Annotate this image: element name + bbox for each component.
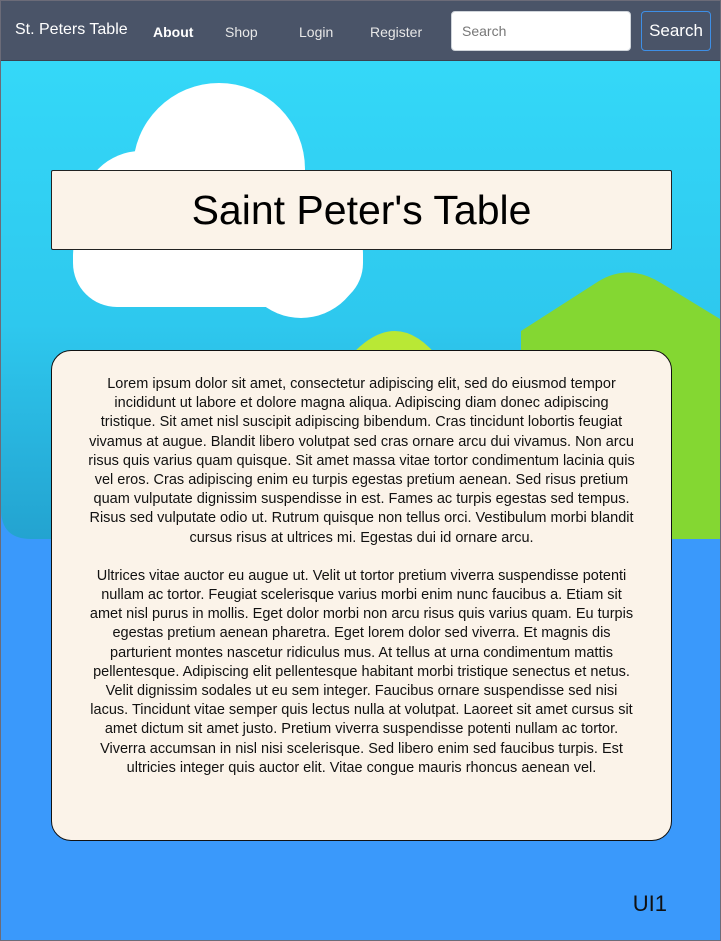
nav-link-login[interactable]: Login xyxy=(299,24,333,40)
nav-link-register[interactable]: Register xyxy=(370,24,422,40)
screen-label: UI1 xyxy=(632,891,667,916)
body-paragraph-1: Lorem ipsum dolor sit amet, consectetur … xyxy=(88,376,635,546)
nav-link-about[interactable]: About xyxy=(153,24,193,40)
body-paragraph-2: Ultrices vitae auctor eu augue ut. Velit… xyxy=(89,567,634,776)
title-banner: Saint Peter's Table xyxy=(51,170,672,250)
search-input[interactable] xyxy=(451,11,631,51)
content-panel: Lorem ipsum dolor sit amet, consectetur … xyxy=(51,350,672,841)
search-button[interactable]: Search xyxy=(641,11,711,51)
page-title: Saint Peter's Table xyxy=(191,187,532,233)
page: St. Peters Table About Shop Login Regist… xyxy=(0,0,721,941)
top-navbar: St. Peters Table About Shop Login Regist… xyxy=(1,1,720,61)
nav-link-shop[interactable]: Shop xyxy=(225,24,258,40)
brand-link[interactable]: St. Peters Table xyxy=(15,21,128,39)
